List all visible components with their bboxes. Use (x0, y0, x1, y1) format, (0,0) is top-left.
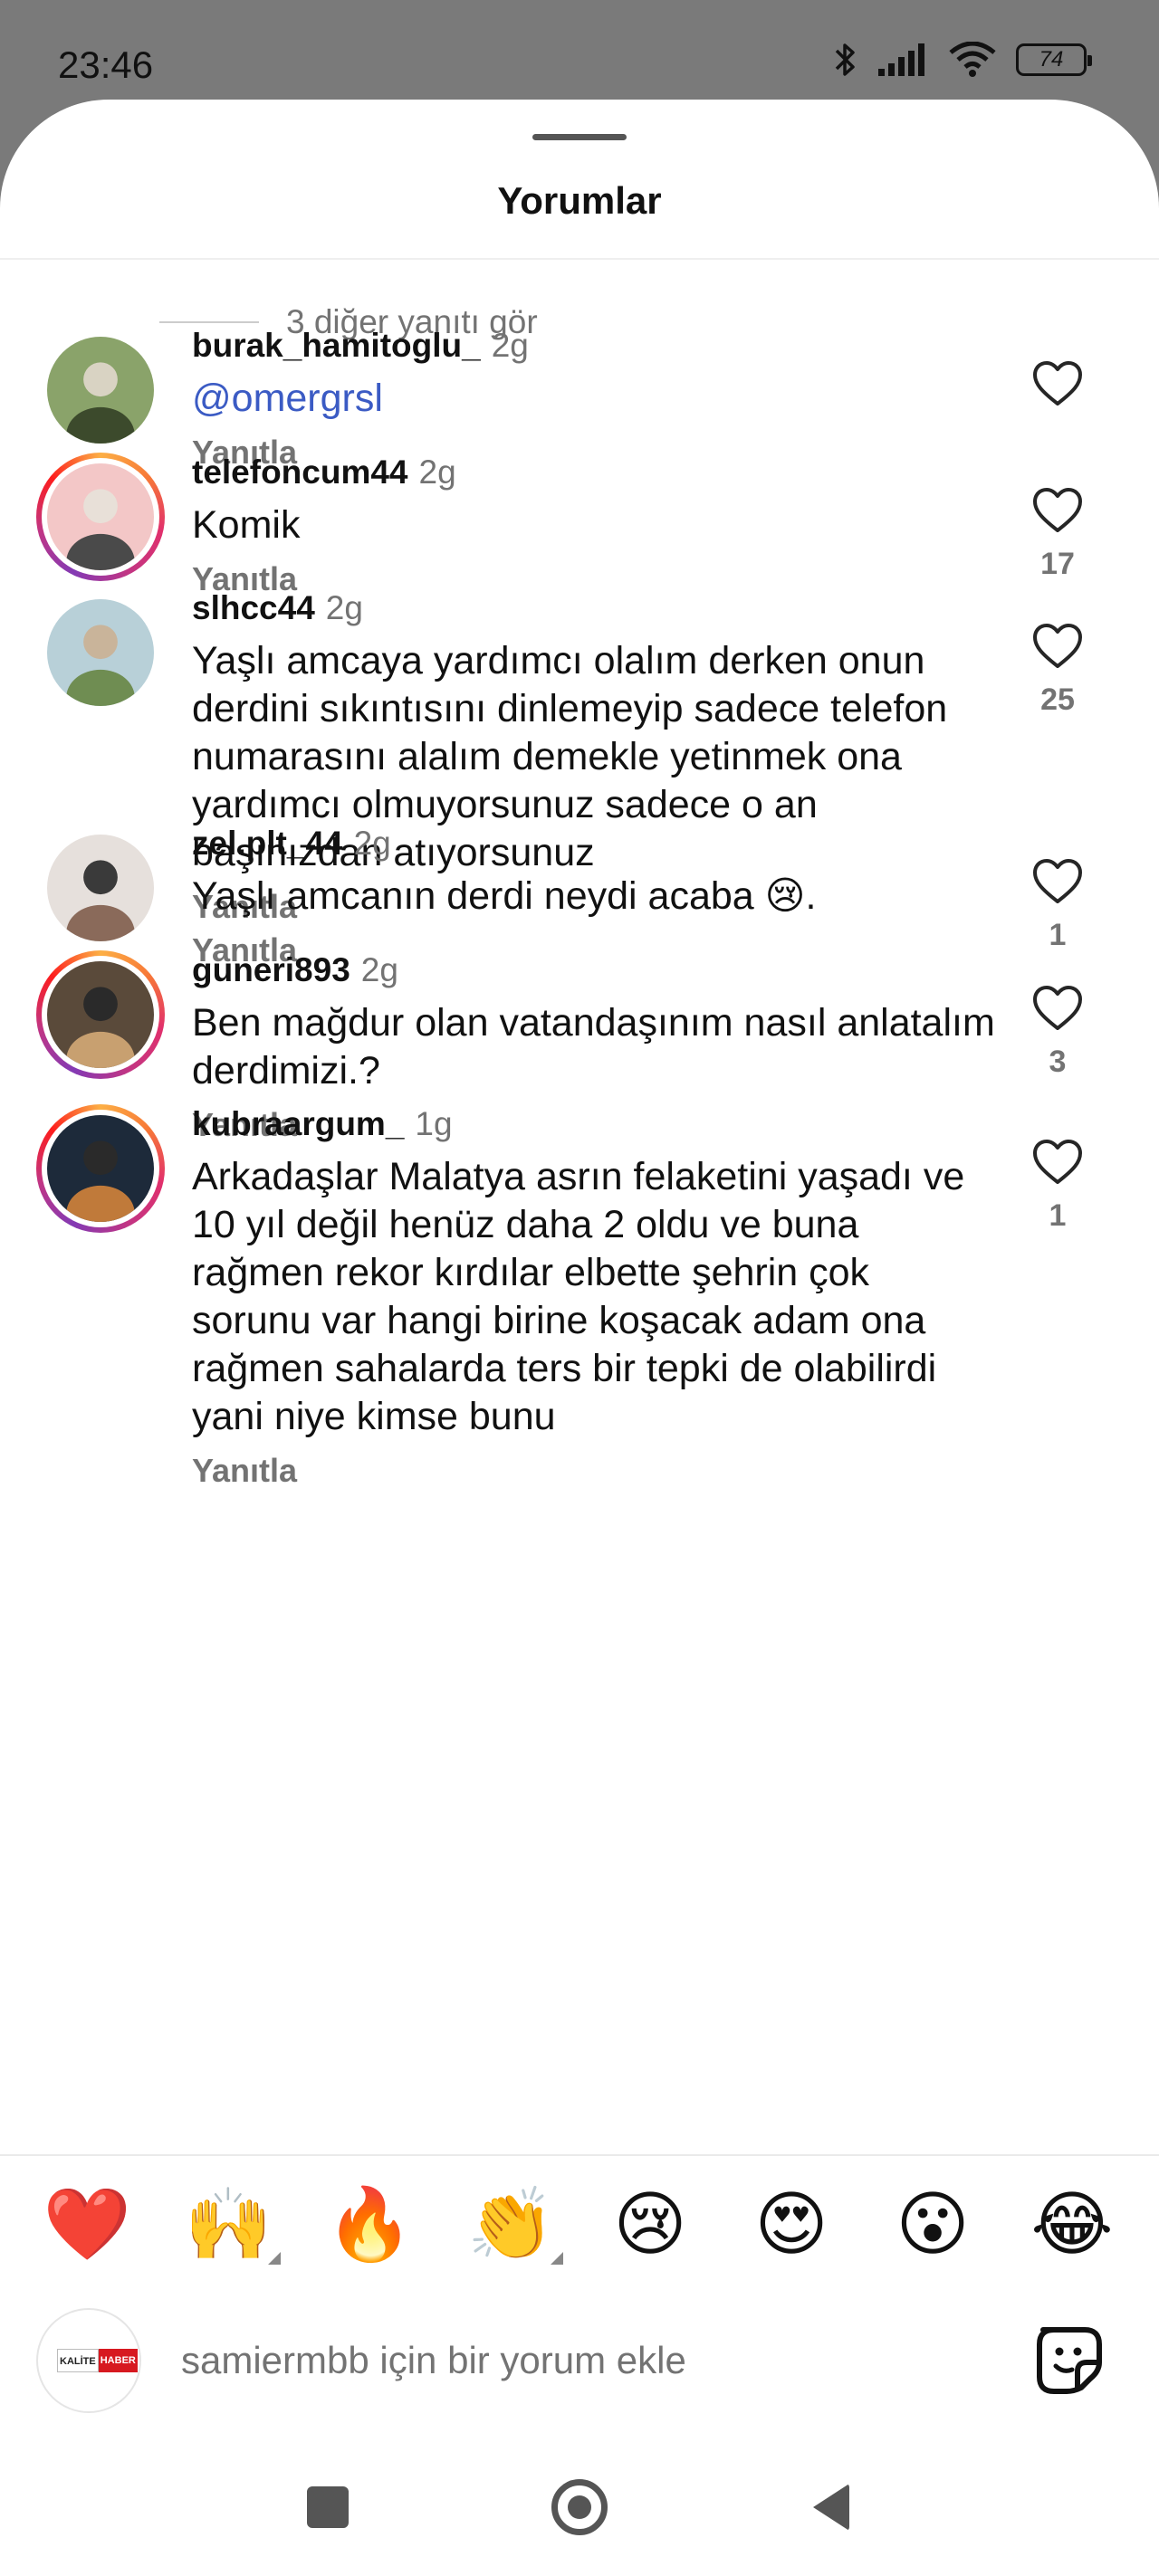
battery-indicator: 74 (1016, 43, 1092, 76)
avatar[interactable] (36, 588, 165, 717)
emoji-reaction-4[interactable]: 😢 (605, 2180, 695, 2270)
nav-home-button[interactable] (543, 2471, 616, 2543)
composer-divider (0, 2154, 1159, 2156)
comment-header: burak_hamitoglu_ 2g (192, 326, 998, 366)
avatar-image (47, 337, 154, 444)
emoji-glyph: 🔥 (325, 2184, 414, 2266)
heart-outline-icon[interactable] (1032, 985, 1083, 1032)
like-count: 1 (1049, 1198, 1067, 1233)
emoji-reaction-3[interactable]: 👏 (465, 2180, 563, 2270)
comment-username[interactable]: burak_hamitoglu_ (192, 327, 481, 364)
like-count: 17 (1040, 547, 1075, 581)
status-bar: 23:46 74 (0, 0, 1159, 100)
heart-outline-icon[interactable] (1032, 360, 1083, 407)
emoji-glyph: 😮 (896, 2184, 970, 2266)
comment-header: telefoncum44 2g (192, 453, 998, 492)
comment-time: 2g (418, 453, 456, 491)
more-replies-line (159, 321, 259, 323)
comment-text: Komik (192, 503, 301, 547)
comment-username[interactable]: telefoncum44 (192, 453, 408, 491)
like-column: 1 (1012, 1139, 1103, 1234)
system-nav-bar (0, 2444, 1159, 2576)
comment-username[interactable]: guneri893 (192, 951, 350, 988)
nav-back-button[interactable] (795, 2471, 867, 2543)
comment-text: Yaşlı amcanın derdi neydi acaba 😢. (192, 874, 817, 918)
comment-time: 2g (491, 327, 529, 364)
comment-username[interactable]: slhcc44 (192, 589, 315, 626)
status-icons: 74 (833, 40, 1092, 80)
brand-logo-part1: KALİTE (57, 2349, 99, 2372)
avatar[interactable] (36, 950, 165, 1079)
emoji-reaction-0[interactable]: ❤️ (42, 2180, 132, 2270)
emoji-reaction-6[interactable]: 😮 (887, 2180, 978, 2270)
emoji-glyph: 😢 (613, 2184, 687, 2266)
brand-logo-part2: HABER (98, 2349, 138, 2372)
comments-list[interactable]: 3 diğer yanıtı gör burak_hamitoglu_ 2g @… (0, 100, 1159, 2154)
comment-header: slhcc44 2g (192, 588, 998, 628)
avatar-image (47, 835, 154, 941)
avatar-image (47, 961, 154, 1068)
comment-input[interactable] (181, 2333, 905, 2388)
emoji-glyph: 🙌 (184, 2184, 273, 2266)
comment-composer: KALİTE HABER (0, 2308, 1159, 2417)
like-count: 3 (1049, 1045, 1067, 1079)
emoji-reaction-1[interactable]: 🙌 (183, 2180, 281, 2270)
nav-recents-button[interactable] (292, 2471, 364, 2543)
emoji-reaction-7[interactable]: 😂 (1027, 2180, 1117, 2270)
avatar[interactable] (36, 326, 165, 454)
comment-time: 2g (325, 589, 363, 626)
avatar-image (47, 463, 154, 570)
comment-time: 1g (415, 1105, 453, 1142)
comment-header: guneri893 2g (192, 950, 998, 990)
bluetooth-icon (835, 43, 855, 76)
comment-time: 2g (353, 825, 391, 862)
skin-tone-indicator (268, 2252, 281, 2265)
heart-outline-icon[interactable] (1032, 1139, 1083, 1186)
like-column (1012, 360, 1103, 420)
avatar-image (47, 599, 154, 706)
recents-icon (307, 2486, 349, 2528)
comment-text: Ben mağdur olan vatandaşınım nasıl anlat… (192, 1001, 995, 1092)
home-icon (551, 2479, 608, 2535)
brand-logo: KALİTE HABER (57, 2349, 138, 2372)
comment-header: zel.plt_44 2g (192, 824, 998, 863)
avatar-image (47, 1115, 154, 1222)
heart-outline-icon[interactable] (1032, 487, 1083, 534)
comments-sheet: Yorumlar 3 diğer yanıtı gör burak_hamito… (0, 100, 1159, 2576)
like-column: 3 (1012, 985, 1103, 1080)
back-icon (813, 2484, 849, 2531)
like-count: 25 (1040, 682, 1075, 717)
emoji-glyph: 👏 (466, 2184, 555, 2266)
current-user-avatar[interactable]: KALİTE HABER (36, 2308, 141, 2413)
avatar[interactable] (36, 453, 165, 581)
emoji-glyph: 😍 (754, 2184, 829, 2266)
comment-time: 2g (360, 951, 398, 988)
like-column: 1 (1012, 858, 1103, 953)
reply-button[interactable]: Yanıtla (192, 1452, 998, 1490)
emoji-quick-bar: ❤️ 🙌 🔥 👏 😢 😍 😮 😂 (0, 2180, 1159, 2288)
emoji-glyph: 😂 (1030, 2184, 1114, 2266)
comment-username[interactable]: kubraargum_ (192, 1105, 404, 1142)
like-count: 1 (1049, 918, 1067, 952)
comment-header: kubraargum_ 1g (192, 1104, 998, 1144)
sticker-icon[interactable] (1030, 2321, 1108, 2399)
comment-username[interactable]: zel.plt_44 (192, 825, 343, 862)
comment-text: @omergrsl (192, 377, 383, 420)
like-column: 25 (1012, 623, 1103, 718)
like-column: 17 (1012, 487, 1103, 582)
emoji-glyph: ❤️ (43, 2184, 131, 2266)
emoji-reaction-5[interactable]: 😍 (746, 2180, 837, 2270)
heart-outline-icon[interactable] (1032, 623, 1083, 670)
signal-icon (878, 43, 924, 76)
avatar[interactable] (36, 824, 165, 952)
skin-tone-indicator (551, 2252, 563, 2265)
avatar[interactable] (36, 1104, 165, 1233)
heart-outline-icon[interactable] (1032, 858, 1083, 905)
emoji-reaction-2[interactable]: 🔥 (324, 2180, 415, 2270)
comment-text: Arkadaşlar Malatya asrın felaketini yaşa… (192, 1155, 965, 1438)
wifi-icon (949, 42, 996, 77)
status-time: 23:46 (58, 43, 154, 86)
